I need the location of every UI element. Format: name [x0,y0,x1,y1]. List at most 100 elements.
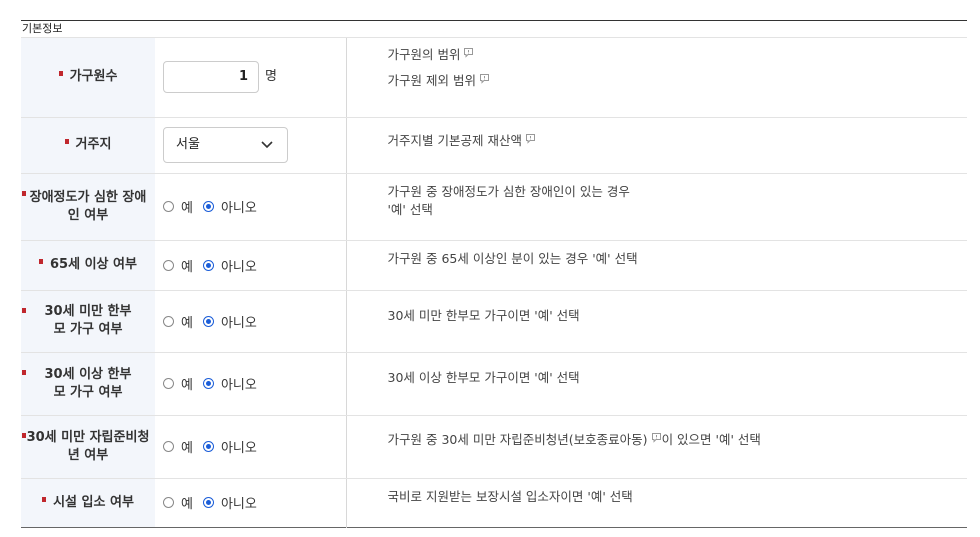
facility-radio-group: 예 아니오 [163,497,267,512]
radio-circle [163,441,174,452]
info-speech-icon[interactable] [651,432,662,443]
desc-age65: 가구원 중 65세 이상인 분이 있는 경우 '예' 선택 [345,240,967,291]
desc-residence: 거주지별 기본공제 재산액 [345,117,967,174]
label-age65: 65세 이상 여부 [21,240,155,291]
radio-circle [202,259,214,271]
row-facility: 시설 입소 여부 예 아니오 국비로 지원받는 보장시설 입소자이면 '예' 선택 [21,478,967,527]
input-cell-residence: 서울 [155,117,346,174]
radio-label: 예 [181,259,193,275]
radio-label: 아니오 [220,259,257,275]
row-youth: 30세 미만 자립준비청년 여부 예 아니오 가구원 중 30세 미만 자립준비청… [21,415,967,479]
label-text: 65세 이상 여부 [50,257,137,272]
radio-yes[interactable]: 예 [163,493,193,512]
label-single-under30: 30세 미만 한부모 가구 여부 [21,290,155,353]
radio-no[interactable]: 아니오 [202,256,257,275]
desc-single-under30: 30세 미만 한부모 가구이면 '예' 선택 [345,290,967,353]
radio-circle [163,259,174,271]
radio-label: 아니오 [220,201,257,216]
required-mark [42,496,47,502]
radio-yes[interactable]: 예 [163,374,193,393]
residence-select[interactable]: 서울 [163,127,288,163]
label-household: 가구원수 [21,38,155,118]
desc-line: 가구원 제외 범위 [388,72,968,90]
radio-circle [163,201,174,212]
required-mark [22,307,26,313]
unit-label: 명 [265,68,277,84]
radio-label: 아니오 [220,378,257,393]
household-count-input[interactable]: 1 [163,61,259,94]
required-mark [22,190,26,196]
row-single-under30: 30세 미만 한부모 가구 여부 예 아니오 30세 미만 한부모 가구이면 '예… [21,290,967,353]
radio-label: 예 [181,201,193,216]
radio-label: 예 [181,378,193,393]
label-text: 가구원수 [69,69,118,85]
residence-selected-value: 서울 [176,137,200,152]
radio-no[interactable]: 아니오 [202,437,257,456]
row-single-over30: 30세 이상 한부모 가구 여부 예 아니오 30세 이상 한부모 가구이면 '예… [21,352,967,416]
label-residence: 거주지 [21,117,155,174]
radio-yes[interactable]: 예 [163,312,193,331]
desc-text: 가구원 중 65세 이상인 분이 있는 경우 '예' 선택 [387,250,638,266]
radio-circle [202,497,214,508]
youth-radio-group: 예 아니오 [163,441,267,456]
required-mark [39,259,44,264]
basic-info-table: 가구원수 1명 가구원의 범위 가구원 제외 범위 거주지 서울 거주지별 기본… [21,38,967,528]
chevron-down-icon [261,141,273,149]
required-mark [64,139,69,144]
row-disability: 장애정도가 심한 장애인 여부 예 아니오 가구원 중 장애정도가 심한 장애인이… [21,173,967,241]
radio-label: 아니오 [220,497,257,512]
info-speech-icon[interactable] [525,133,536,144]
required-mark [22,432,26,438]
info-speech-icon[interactable] [463,47,474,58]
row-age65: 65세 이상 여부 예 아니오 가구원 중 65세 이상인 분이 있는 경우 '예… [21,240,967,291]
input-cell-facility: 예 아니오 [155,478,346,527]
radio-circle [163,315,174,327]
required-mark [58,71,63,77]
radio-circle [163,378,174,389]
radio-no[interactable]: 아니오 [202,493,257,512]
input-cell-single-over30: 예 아니오 [155,352,346,416]
desc-text: '예' 선택 [387,201,433,217]
desc-youth: 가구원 중 30세 미만 자립준비청년(보호종료아동) 이 있으면 '예' 선택 [345,415,967,479]
required-mark [22,369,26,375]
radio-circle [163,497,174,508]
desc-text: 가구원 중 장애정도가 심한 장애인이 있는 경우 [387,183,630,199]
row-household: 가구원수 1명 가구원의 범위 가구원 제외 범위 [21,38,968,118]
radio-no[interactable]: 아니오 [202,374,257,393]
label-text: 시설 입소 여부 [53,494,134,510]
desc-text: 거주지별 기본공제 재산액 [387,132,522,148]
radio-label: 예 [181,441,193,456]
radio-label: 아니오 [220,441,257,456]
radio-yes[interactable]: 예 [163,437,193,456]
disability-radio-group: 예 아니오 [163,201,267,216]
radio-yes[interactable]: 예 [163,197,193,216]
info-speech-icon[interactable] [479,73,490,84]
radio-yes[interactable]: 예 [163,256,193,275]
input-cell-disability: 예 아니오 [155,173,346,241]
section-title: 기본정보 [21,20,967,38]
label-single-over30: 30세 이상 한부모 가구 여부 [21,352,155,416]
input-cell-youth: 예 아니오 [155,415,346,479]
label-disability: 장애정도가 심한 장애인 여부 [21,173,155,241]
single-over30-radio-group: 예 아니오 [163,378,267,393]
desc-disability: 가구원 중 장애정도가 심한 장애인이 있는 경우 '예' 선택 [345,173,967,241]
radio-no[interactable]: 아니오 [202,197,257,216]
radio-circle [202,315,214,327]
radio-circle [202,378,214,389]
single-under30-radio-group: 예 아니오 [163,315,267,331]
desc-facility: 국비로 지원받는 보장시설 입소자이면 '예' 선택 [345,478,967,527]
label-text: 장애정도가 심한 장애인 여부 [29,189,147,223]
desc-text: 가구원 제외 범위 [387,73,476,88]
label-text: 30세 미만 한부모 가구 여부 [44,304,132,337]
label-text: 30세 미만 자립준비청년 여부 [26,429,150,463]
desc-text: 30세 미만 한부모 가구이면 '예' 선택 [387,307,580,323]
desc-line: 가구원의 범위 [388,46,968,64]
input-cell-single-under30: 예 아니오 [155,290,346,353]
radio-label: 예 [181,315,193,331]
desc-text: 국비로 지원받는 보장시설 입소자이면 '예' 선택 [387,488,633,504]
radio-no[interactable]: 아니오 [202,312,257,331]
desc-text: 가구원 중 30세 미만 자립준비청년(보호종료아동) [387,431,648,447]
radio-circle [202,201,214,212]
row-residence: 거주지 서울 거주지별 기본공제 재산액 [21,117,967,174]
radio-circle [202,441,214,452]
